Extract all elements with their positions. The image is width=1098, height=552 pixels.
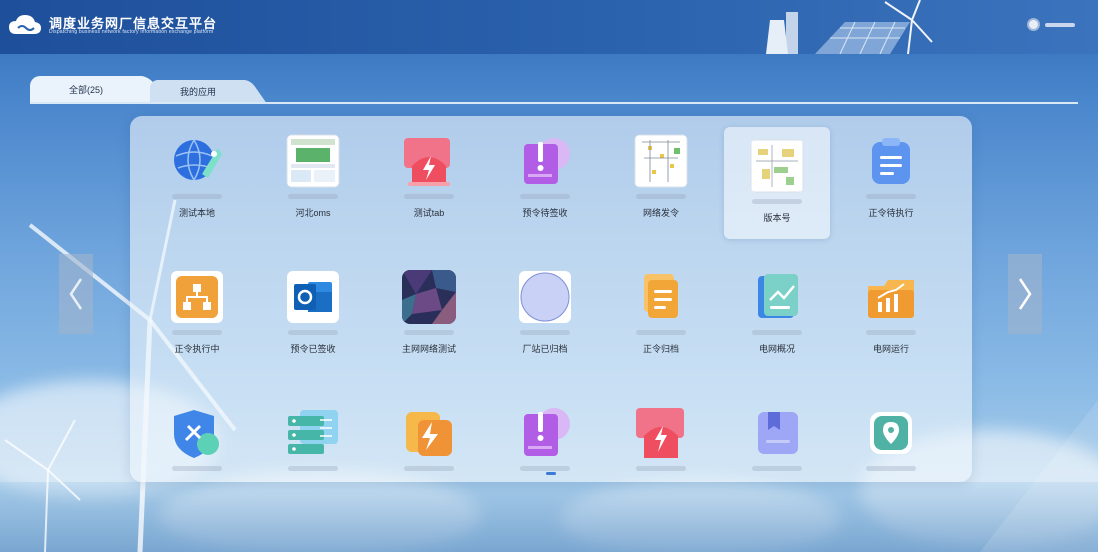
app-tile-pre-order-signed[interactable]: 预令已签收 bbox=[260, 258, 366, 370]
bookmark-book-icon bbox=[750, 406, 804, 460]
app-tile-order-pending-execution[interactable]: 正令待执行 bbox=[838, 122, 944, 234]
app-tile-server-settings[interactable] bbox=[260, 394, 366, 506]
app-label: 测试tab bbox=[413, 208, 445, 218]
app-tile-grid-operation[interactable]: 电网运行 bbox=[838, 258, 944, 370]
blue-chart-doc-icon bbox=[750, 270, 804, 324]
app-tile-test-tab[interactable]: 测试tab bbox=[376, 122, 482, 234]
tab-all-label: 全部(25) bbox=[68, 84, 103, 95]
red-lightning-icon bbox=[634, 406, 688, 460]
tab-my-apps[interactable]: 我的应用 bbox=[150, 80, 246, 102]
app-label: 电网运行 bbox=[872, 344, 909, 354]
app-tile-security-tools[interactable] bbox=[144, 394, 250, 506]
app-tile-main-network-test[interactable]: 主网网络测试 bbox=[376, 258, 482, 370]
orange-lightning-icon bbox=[402, 406, 456, 460]
app-label: 预令待签收 bbox=[522, 208, 568, 218]
cloud-logo-icon bbox=[9, 15, 41, 34]
map-pin-icon bbox=[864, 406, 918, 460]
app-tile-station-archived[interactable]: 厂站已归档 bbox=[492, 258, 598, 370]
app-header: 调度业务网厂信息交互平台 Dispatching business networ… bbox=[0, 0, 1098, 54]
app-label: 预令已签收 bbox=[290, 344, 336, 354]
app-label: 版本号 bbox=[763, 213, 791, 223]
app-tile-test-local[interactable]: 测试本地 bbox=[144, 122, 250, 234]
purple-alert-icon bbox=[518, 134, 572, 188]
server-settings-icon bbox=[286, 406, 340, 460]
user-avatar-icon bbox=[1027, 18, 1040, 31]
outlook-icon bbox=[286, 270, 340, 324]
app-tile-order-executing[interactable]: 正令执行中 bbox=[144, 258, 250, 370]
app-label: 测试本地 bbox=[178, 208, 215, 218]
dark-polygon-icon bbox=[402, 270, 456, 324]
app-label: 正令待执行 bbox=[868, 208, 914, 218]
app-grid-panel: 测试本地 河北oms 测试tab 预令待签收 网络发令 版本号 正令待执行 正令… bbox=[130, 116, 972, 482]
network-diagram-icon bbox=[634, 134, 688, 188]
app-tile-version-number[interactable]: 版本号 bbox=[724, 127, 830, 239]
version-diagram-icon bbox=[750, 139, 804, 193]
app-tile-network-order[interactable]: 网络发令 bbox=[608, 122, 714, 234]
app-tile-order-archived[interactable]: 正令归档 bbox=[608, 258, 714, 370]
chevron-right-icon bbox=[1018, 278, 1032, 310]
previous-page-button[interactable] bbox=[59, 254, 93, 334]
orange-hierarchy-icon bbox=[170, 270, 224, 324]
orange-document-icon bbox=[634, 270, 688, 324]
app-tile-grid-overview[interactable]: 电网概况 bbox=[724, 258, 830, 370]
tab-bar: 全部(25) 我的应用 bbox=[30, 76, 1080, 104]
oms-screenshot-icon bbox=[286, 134, 340, 188]
next-page-button[interactable] bbox=[1008, 254, 1042, 334]
chevron-left-icon bbox=[69, 278, 83, 310]
app-label: 正令执行中 bbox=[174, 344, 220, 354]
app-subtitle: Dispatching business network factory inf… bbox=[49, 29, 214, 35]
app-label: 正令归档 bbox=[642, 344, 679, 354]
app-label: 主网网络测试 bbox=[401, 344, 456, 354]
blue-clipboard-icon bbox=[864, 134, 918, 188]
app-label: 厂站已归档 bbox=[522, 344, 568, 354]
app-tile-pre-order-pending[interactable]: 预令待签收 bbox=[492, 122, 598, 234]
tab-all[interactable]: 全部(25) bbox=[30, 76, 142, 102]
orange-folder-chart-icon bbox=[864, 270, 918, 324]
tab-my-apps-label: 我的应用 bbox=[179, 86, 216, 97]
app-tile-bookmark-book[interactable] bbox=[724, 394, 830, 506]
app-label: 电网概况 bbox=[758, 344, 795, 354]
user-name-obscured bbox=[1045, 22, 1075, 27]
app-tile-red-lightning[interactable] bbox=[608, 394, 714, 506]
user-menu[interactable] bbox=[1027, 18, 1075, 31]
power-plant-illustration bbox=[766, 0, 933, 54]
purple-alert-icon bbox=[518, 406, 572, 460]
app-label: 河北oms bbox=[295, 208, 331, 218]
page-indicator[interactable] bbox=[546, 472, 556, 475]
red-lightning-icon bbox=[402, 134, 456, 188]
tab-divider bbox=[30, 102, 1078, 104]
app-tile-hebei-oms[interactable]: 河北oms bbox=[260, 122, 366, 234]
app-tile-orange-lightning[interactable] bbox=[376, 394, 482, 506]
lavender-circle-icon bbox=[518, 270, 572, 324]
globe-rocket-icon bbox=[170, 134, 224, 188]
blue-shield-tools-icon bbox=[170, 406, 224, 460]
app-label: 网络发令 bbox=[642, 208, 679, 218]
app-tile-purple-alert[interactable] bbox=[492, 394, 598, 506]
app-tile-map-pin[interactable] bbox=[838, 394, 944, 506]
